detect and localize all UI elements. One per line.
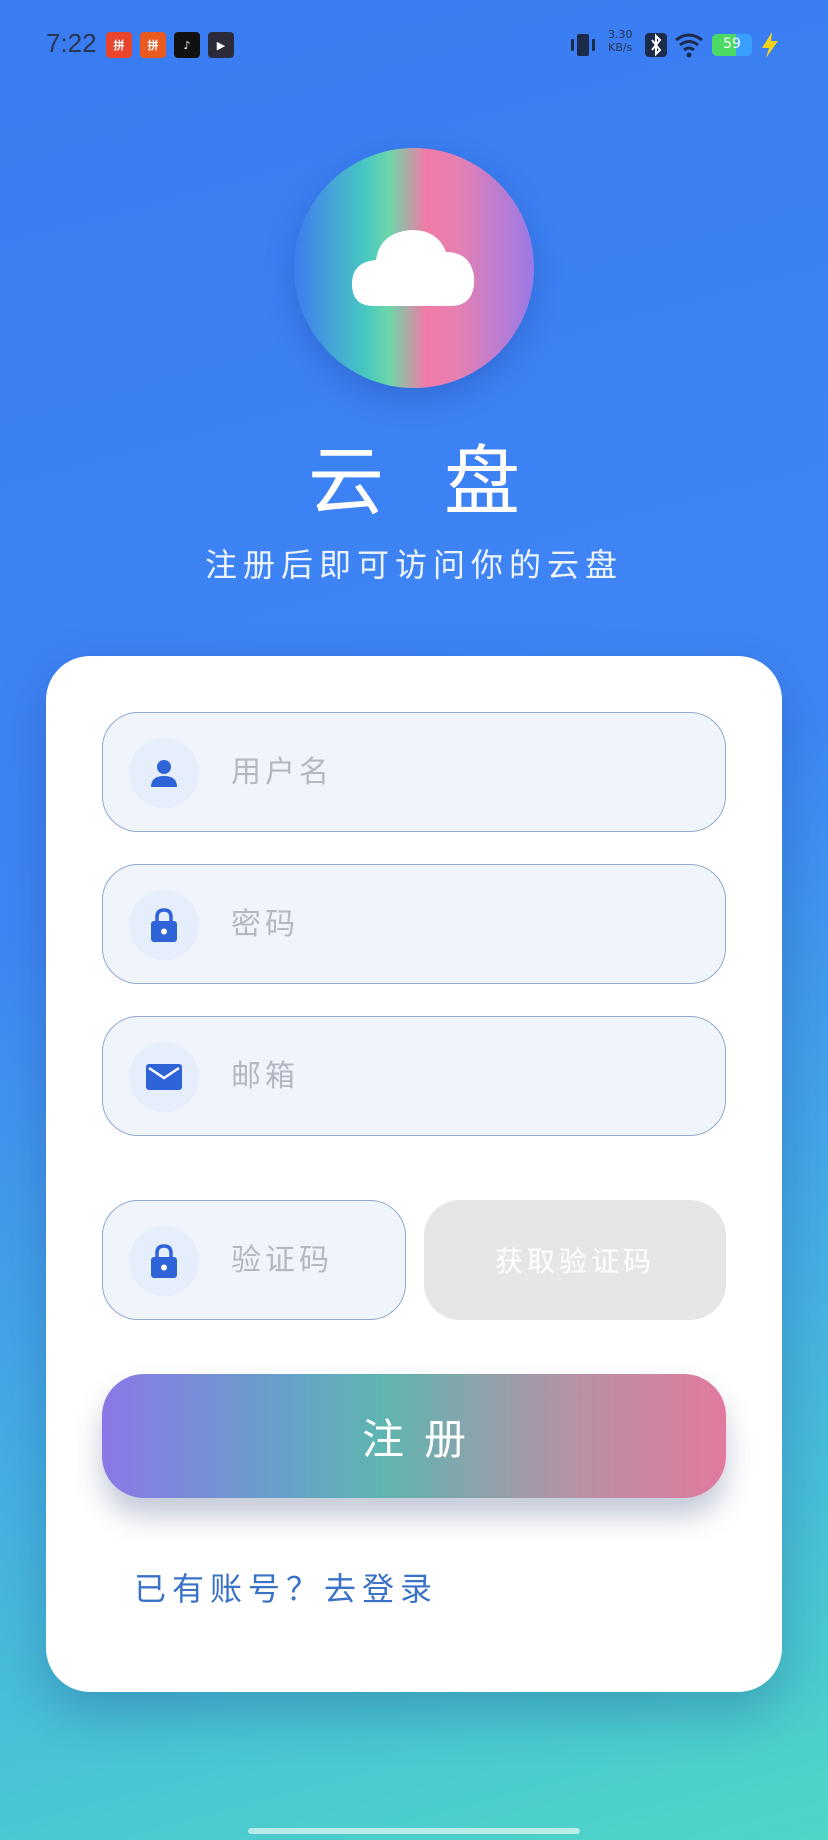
app-title: 云盘 bbox=[308, 437, 580, 526]
battery-indicator: 59 bbox=[712, 34, 752, 56]
password-input[interactable] bbox=[231, 865, 705, 983]
verification-code-field bbox=[102, 1200, 406, 1320]
lock-icon bbox=[129, 890, 199, 960]
video-app-icon: ▶ bbox=[208, 32, 234, 58]
bluetooth-icon bbox=[645, 33, 667, 57]
username-field bbox=[102, 712, 726, 832]
battery-level: 59 bbox=[723, 36, 741, 52]
password-field bbox=[102, 864, 726, 984]
app-subtitle: 注册后即可访问你的云盘 bbox=[204, 546, 623, 584]
shopping-app-icon: 拼 bbox=[140, 32, 166, 58]
mail-icon bbox=[129, 1042, 199, 1112]
status-bar: 7:22 拼 拼 ♪ ▶ 3.30 KB/s 59 bbox=[0, 0, 828, 90]
home-indicator[interactable] bbox=[248, 1828, 580, 1834]
cloud-icon bbox=[352, 230, 475, 306]
verification-code-input[interactable] bbox=[231, 1201, 395, 1319]
email-field bbox=[102, 1016, 726, 1136]
username-input[interactable] bbox=[231, 713, 705, 831]
get-code-button[interactable]: 获取验证码 bbox=[424, 1200, 726, 1320]
go-to-login-link[interactable]: 已有账号？去登录 bbox=[134, 1564, 438, 1610]
charging-icon bbox=[762, 32, 778, 58]
net-speed-value: 3.30 bbox=[608, 28, 633, 41]
app-logo bbox=[294, 148, 534, 388]
status-time: 7:22 bbox=[46, 28, 97, 58]
vibrate-icon bbox=[571, 34, 595, 56]
music-app-icon: ♪ bbox=[174, 32, 200, 58]
register-card: 获取验证码 注册 已有账号？去登录 bbox=[46, 656, 782, 1692]
net-speed-unit: KB/s bbox=[608, 41, 633, 54]
email-input[interactable] bbox=[231, 1017, 705, 1135]
register-button[interactable]: 注册 bbox=[102, 1374, 726, 1498]
wifi-icon bbox=[675, 33, 703, 58]
user-icon bbox=[129, 738, 199, 808]
lock-icon bbox=[129, 1226, 199, 1296]
network-speed: 3.30 KB/s bbox=[608, 28, 633, 54]
shopping-app-icon: 拼 bbox=[106, 32, 132, 58]
